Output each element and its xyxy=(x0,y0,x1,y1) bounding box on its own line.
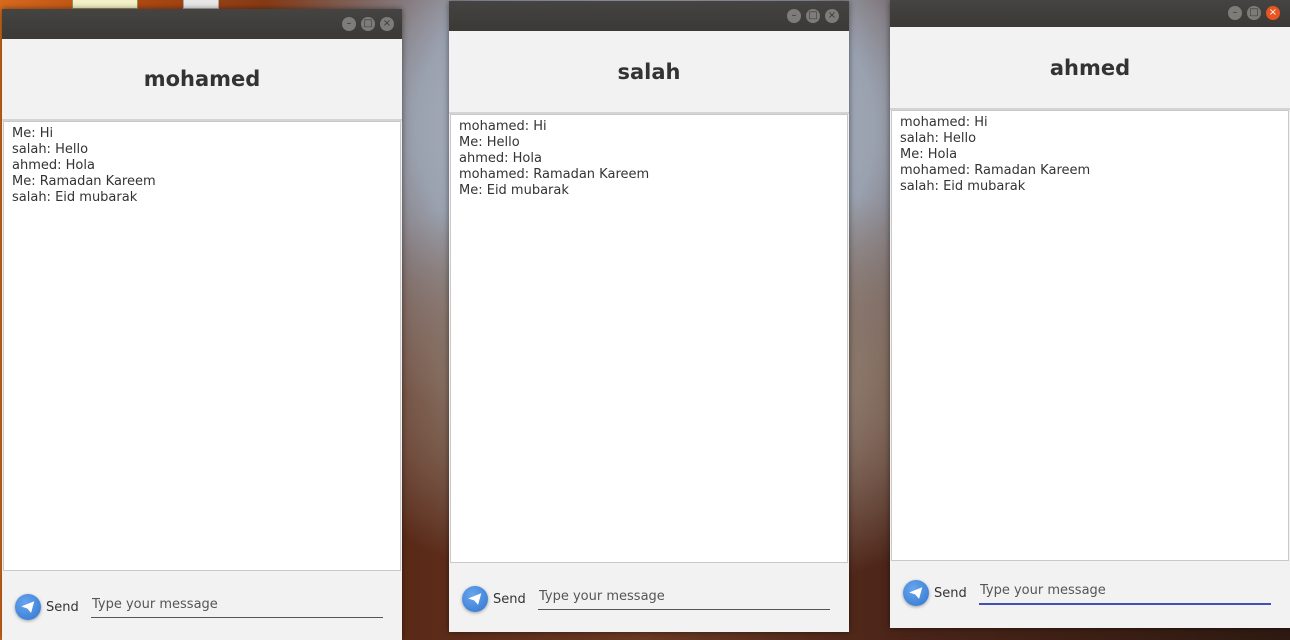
message-composer: Send xyxy=(890,562,1290,628)
message-item: salah: Eid mubarak xyxy=(900,179,1026,194)
message-item: mohamed: Ramadan Kareem xyxy=(459,167,650,182)
close-icon[interactable]: × xyxy=(825,9,839,23)
message-item: mohamed: Hi xyxy=(459,119,547,134)
chat-window-ahmed: – □ × ahmed mohamed: Hi salah: Hello Me:… xyxy=(890,0,1290,628)
window-titlebar[interactable]: – □ × xyxy=(2,9,402,39)
chat-title: mohamed xyxy=(143,67,261,91)
message-item: mohamed: Ramadan Kareem xyxy=(900,163,1091,178)
message-item: mohamed: Hi xyxy=(900,115,988,130)
message-input[interactable] xyxy=(979,577,1271,605)
send-button[interactable]: Send xyxy=(462,586,526,612)
chat-title: salah xyxy=(617,59,681,84)
message-item: ahmed: Hola xyxy=(12,158,95,173)
chat-header: salah xyxy=(449,31,849,114)
paper-plane-icon xyxy=(462,586,488,612)
message-item: Me: Hola xyxy=(900,147,958,162)
minimize-icon[interactable]: – xyxy=(1228,6,1242,20)
message-item: Me: Eid mubarak xyxy=(459,183,569,198)
minimize-icon[interactable]: – xyxy=(787,9,801,23)
message-list[interactable]: mohamed: Hi Me: Hello ahmed: Hola mohame… xyxy=(450,114,848,563)
minimize-icon[interactable]: – xyxy=(342,17,356,31)
message-list[interactable]: Me: Hi salah: Hello ahmed: Hola Me: Rama… xyxy=(3,121,401,571)
message-item: Me: Hello xyxy=(459,135,520,150)
message-input[interactable] xyxy=(538,583,830,610)
maximize-icon[interactable]: □ xyxy=(361,17,375,31)
chat-header: ahmed xyxy=(890,27,1290,110)
close-icon[interactable]: × xyxy=(380,17,394,31)
message-item: salah: Eid mubarak xyxy=(12,190,138,205)
chat-window-mohamed: – □ × mohamed Me: Hi salah: Hello ahmed:… xyxy=(2,9,402,640)
message-item: salah: Hello xyxy=(900,131,977,146)
message-input[interactable] xyxy=(91,591,383,618)
send-label: Send xyxy=(493,591,526,607)
maximize-icon[interactable]: □ xyxy=(806,9,820,23)
message-item: salah: Hello xyxy=(12,142,89,157)
message-composer: Send xyxy=(449,564,849,632)
send-button[interactable]: Send xyxy=(15,594,79,620)
paper-plane-icon xyxy=(903,580,929,606)
window-titlebar[interactable]: – □ × xyxy=(449,1,849,31)
desktop-sticker xyxy=(72,0,138,9)
send-label: Send xyxy=(934,585,967,601)
chat-title: ahmed xyxy=(1049,55,1131,80)
message-list[interactable]: mohamed: Hi salah: Hello Me: Hola mohame… xyxy=(891,110,1289,561)
send-button[interactable]: Send xyxy=(903,580,967,606)
chat-header: mohamed xyxy=(2,39,402,121)
send-label: Send xyxy=(46,599,79,615)
maximize-icon[interactable]: □ xyxy=(1247,6,1261,20)
desktop-paper xyxy=(183,0,219,9)
window-titlebar[interactable]: – □ × xyxy=(890,0,1290,27)
message-composer: Send xyxy=(2,572,402,640)
chat-window-salah: – □ × salah mohamed: Hi Me: Hello ahmed:… xyxy=(449,1,849,632)
message-item: Me: Ramadan Kareem xyxy=(12,174,156,189)
message-item: Me: Hi xyxy=(12,126,54,141)
message-item: ahmed: Hola xyxy=(459,151,542,166)
close-icon[interactable]: × xyxy=(1266,6,1280,20)
paper-plane-icon xyxy=(15,594,41,620)
